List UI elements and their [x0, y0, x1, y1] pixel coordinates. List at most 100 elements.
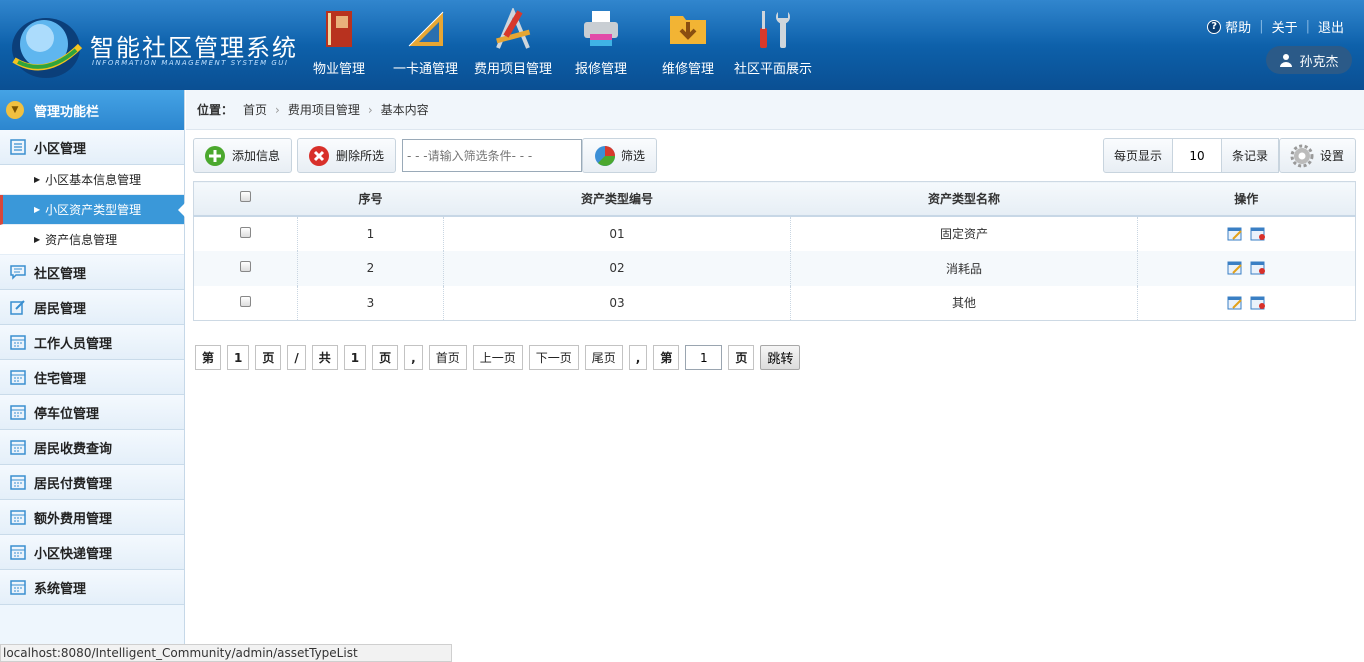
nav-fee-items[interactable]: 费用项目管理	[474, 8, 552, 80]
calendar-icon	[10, 370, 26, 385]
row-checkbox[interactable]	[240, 295, 251, 307]
cell-code: 02	[443, 250, 791, 286]
nav-repair-report[interactable]: 报修管理	[575, 8, 627, 80]
pager-text: 第	[195, 345, 222, 370]
table-header-row: 序号 资产类型编号 资产类型名称 操作	[193, 181, 1356, 217]
filter-input[interactable]	[402, 139, 582, 172]
edit-icon[interactable]	[1227, 296, 1243, 310]
menu-fee-query[interactable]: 居民收费查询	[0, 430, 184, 465]
menu-system[interactable]: 系统管理	[0, 570, 184, 605]
delete-icon[interactable]	[1250, 296, 1266, 310]
cell-actions	[1137, 250, 1356, 286]
pager-text: 页	[372, 345, 399, 370]
pager-text: ,	[628, 345, 648, 370]
select-all-header	[193, 181, 298, 217]
edit-icon[interactable]	[1227, 227, 1243, 241]
delete-label: 删除所选	[336, 149, 385, 163]
arrow-right-icon: ▶	[34, 235, 41, 244]
per-page-input[interactable]	[1172, 138, 1222, 173]
help-link[interactable]: 帮助	[1225, 17, 1251, 36]
row-checkbox[interactable]	[240, 226, 251, 238]
cell-actions	[1137, 215, 1356, 251]
cell-name: 固定资产	[790, 215, 1138, 251]
calendar-icon	[10, 475, 26, 490]
top-links: ? 帮助 | 关于 | 退出	[1207, 17, 1344, 36]
menu-extra-fee[interactable]: 额外费用管理	[0, 500, 184, 535]
menu-staff[interactable]: 工作人员管理	[0, 325, 184, 360]
nav-label: 报修管理	[575, 62, 628, 77]
menu-payment[interactable]: 居民付费管理	[0, 465, 184, 500]
calendar-icon	[10, 335, 26, 350]
menu-residents[interactable]: 居民管理	[0, 290, 184, 325]
wrench-screwdriver-icon	[760, 11, 790, 48]
breadcrumb-home[interactable]: 首页	[243, 101, 267, 118]
cell-no: 3	[297, 285, 444, 321]
calendar-icon	[10, 510, 26, 525]
menu-neighborhood[interactable]: 社区管理	[0, 255, 184, 290]
chevron-right-icon: ›	[367, 102, 373, 117]
pager-text: 页	[255, 345, 282, 370]
about-link[interactable]: 关于	[1272, 17, 1298, 36]
menu-label: 居民收费查询	[34, 441, 113, 457]
settings-button[interactable]: 设置	[1279, 138, 1356, 173]
pager-total: 1	[343, 345, 367, 370]
delete-icon[interactable]	[1250, 227, 1266, 241]
nav-maintenance[interactable]: 维修管理	[662, 8, 714, 80]
calendar-icon	[10, 580, 26, 595]
menu-express[interactable]: 小区快递管理	[0, 535, 184, 570]
per-page-text: 每页显示	[1113, 149, 1162, 163]
col-header: 资产类型名称	[790, 181, 1138, 217]
add-label: 添加信息	[232, 149, 281, 163]
menu-label: 居民付费管理	[34, 476, 113, 492]
sidebar-item-asset-info[interactable]: ▶ 资产信息管理	[0, 225, 184, 255]
sub-label: 资产信息管理	[45, 233, 118, 247]
next-page-button[interactable]: 下一页	[528, 345, 579, 370]
collapse-icon[interactable]: ▼	[6, 101, 24, 119]
table-row: 1 01 固定资产	[194, 215, 1356, 251]
nav-card[interactable]: 一卡通管理	[393, 8, 458, 80]
divider: |	[1305, 19, 1310, 34]
menu-parking[interactable]: 停车位管理	[0, 395, 184, 430]
user-badge[interactable]: 孙克杰	[1266, 46, 1352, 74]
cell-name: 消耗品	[790, 250, 1138, 286]
printer-icon	[584, 11, 618, 46]
menu-label: 系统管理	[34, 581, 87, 597]
filter-button[interactable]: 筛选	[582, 138, 657, 173]
edit-icon	[10, 300, 25, 315]
user-icon	[1280, 54, 1293, 67]
cell-code: 01	[443, 215, 791, 251]
goto-page-input[interactable]	[685, 345, 723, 370]
edit-icon[interactable]	[1227, 261, 1243, 275]
nav-community-plan[interactable]: 社区平面展示	[734, 8, 812, 80]
pager-text: /	[287, 345, 306, 370]
list-icon	[10, 139, 26, 155]
pager-text: 共	[311, 345, 338, 370]
row-select	[193, 250, 298, 286]
menu-housing[interactable]: 住宅管理	[0, 360, 184, 395]
plus-circle-icon	[205, 145, 225, 166]
sidebar-item-basic-info[interactable]: ▶ 小区基本信息管理	[0, 165, 184, 195]
menu-label: 停车位管理	[34, 406, 100, 422]
last-page-button[interactable]: 尾页	[584, 345, 623, 370]
sidebar-item-asset-type[interactable]: ▶ 小区资产类型管理	[0, 195, 185, 225]
logout-link[interactable]: 退出	[1318, 17, 1344, 36]
menu-community-manage[interactable]: 小区管理	[0, 130, 184, 165]
delete-icon[interactable]	[1250, 261, 1266, 275]
row-checkbox[interactable]	[240, 261, 251, 272]
select-all-checkbox[interactable]	[240, 191, 252, 203]
delete-selected-button[interactable]: 删除所选	[297, 138, 396, 173]
menu-label: 额外费用管理	[34, 511, 113, 527]
col-header: 资产类型编号	[443, 181, 791, 217]
col-header: 操作	[1137, 181, 1356, 217]
first-page-button[interactable]: 首页	[428, 345, 467, 370]
records-text: 条记录	[1231, 149, 1268, 163]
jump-button[interactable]: 跳转	[760, 345, 801, 370]
nav-property[interactable]: 物业管理	[313, 8, 365, 80]
asset-type-table: 序号 资产类型编号 资产类型名称 操作 1 01 固定资产 2 02 消耗品 3…	[193, 181, 1356, 321]
breadcrumb-fee-items[interactable]: 费用项目管理	[288, 101, 360, 118]
pager-text: 第	[653, 345, 680, 370]
add-button[interactable]: 添加信息	[193, 138, 292, 173]
sidebar: ▼ 管理功能栏 小区管理 ▶ 小区基本信息管理 ▶ 小区资产类型管理 ▶ 资产信息管理…	[0, 90, 185, 662]
sidebar-header: ▼ 管理功能栏	[0, 90, 184, 130]
prev-page-button[interactable]: 上一页	[472, 345, 523, 370]
